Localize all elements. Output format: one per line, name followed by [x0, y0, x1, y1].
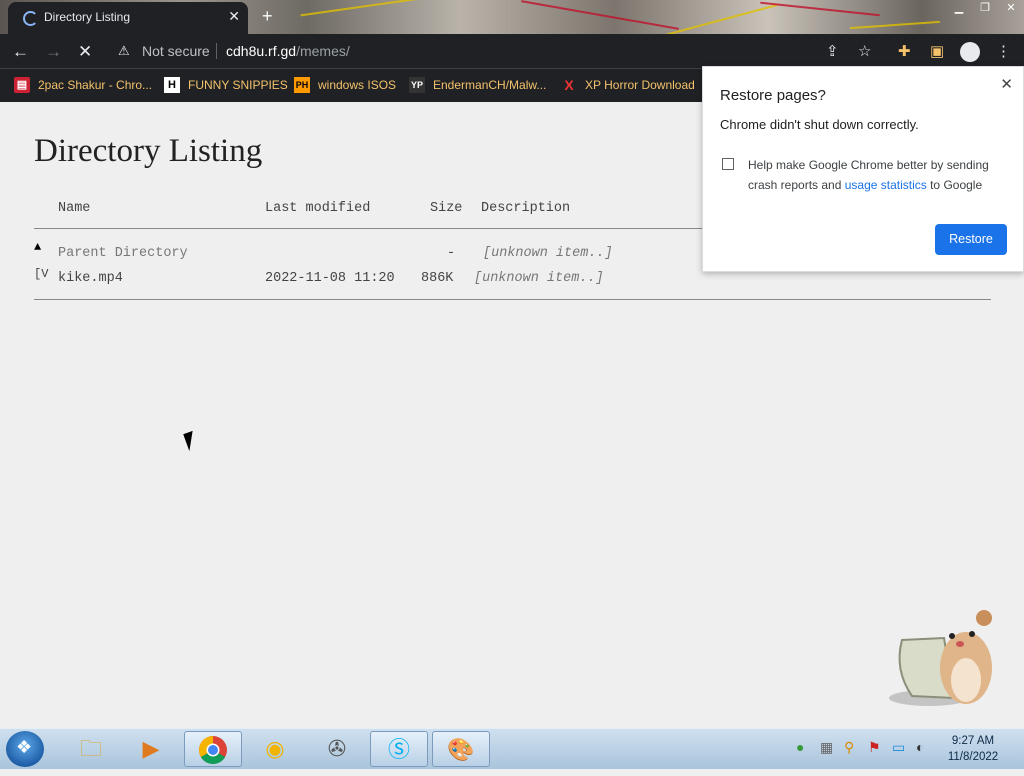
maximize-icon[interactable]: ❐: [972, 0, 998, 18]
skype-icon[interactable]: Ⓢ: [370, 731, 428, 767]
back-icon[interactable]: ←: [12, 42, 29, 62]
bookmark-windows-isos[interactable]: PH windows ISOS: [294, 77, 396, 93]
crash-report-help-text: Help make Google Chrome better by sendin…: [748, 155, 1003, 195]
url-host: cdh8u.rf.gd: [226, 43, 297, 59]
dialog-title: Restore pages?: [720, 87, 826, 104]
loading-spinner-icon: [23, 11, 38, 26]
vpn-shield-icon[interactable]: ◉: [246, 731, 304, 767]
page-title: Directory Listing: [34, 133, 263, 169]
movie-reel-icon[interactable]: ✇: [308, 731, 366, 767]
tab-title: Directory Listing: [44, 10, 131, 24]
bookmark-label: 2pac Shakur - Chro...: [38, 78, 153, 92]
close-window-icon[interactable]: ✕: [998, 0, 1024, 18]
bookmark-label: EndermanCH/Malw...: [433, 78, 547, 92]
parent-directory-icon: ▲: [34, 240, 42, 254]
column-name-header[interactable]: Name: [58, 201, 90, 216]
url-text[interactable]: cdh8u.rf.gd/memes/: [226, 43, 350, 59]
column-size-header[interactable]: Size: [430, 201, 462, 216]
url-path: /memes/: [296, 43, 350, 59]
not-secure-label[interactable]: Not secure: [142, 43, 210, 59]
extensions-icon[interactable]: ✚: [898, 42, 911, 60]
column-description-header[interactable]: Description: [481, 201, 570, 216]
tab-close-icon[interactable]: ✕: [228, 8, 240, 25]
separator: [216, 43, 217, 59]
browser-toolbar: ← → ✕ ⚠ Not secure cdh8u.rf.gd/memes/ ⇪ …: [0, 34, 1024, 68]
tab-strip: Directory Listing ✕ + ▁ ❐ ✕: [0, 0, 1024, 34]
yp-logo-icon: YP: [409, 77, 425, 93]
clock-time: 9:27 AM: [951, 735, 995, 747]
chrome-taskbar-icon[interactable]: [184, 731, 242, 767]
windows-taskbar: 🗀 ▶ ◉ ✇ Ⓢ 🎨 ● ▦ ⚲ ⚑ ▭ ◐ 9:27 AM 11/8/202…: [0, 728, 1024, 769]
forward-icon[interactable]: →: [45, 42, 62, 62]
dialog-message: Chrome didn't shut down correctly.: [720, 117, 919, 132]
bookmark-xp-horror[interactable]: X XP Horror Download: [561, 77, 695, 93]
bookmark-endermanch[interactable]: YP EndermanCH/Malw...: [409, 77, 546, 93]
help-text-suffix: to Google: [926, 178, 983, 192]
tray-network-icon[interactable]: ▦: [820, 739, 833, 756]
menu-kebab-icon[interactable]: ⋮: [996, 42, 1011, 60]
row-modified: 2022-11-08 11:20: [265, 271, 395, 286]
column-modified-header[interactable]: Last modified: [265, 201, 370, 216]
file-explorer-icon[interactable]: 🗀: [62, 731, 120, 767]
video-file-icon: [V: [34, 267, 49, 281]
row-size: 886K: [421, 271, 454, 286]
bookmark-label: FUNNY SNIPPIES: [188, 78, 288, 92]
row-size: -: [447, 246, 456, 261]
restore-pages-dialog: Restore pages? ✕ Chrome didn't shut down…: [702, 66, 1024, 272]
hamster-character-icon: [889, 610, 992, 706]
media-player-icon[interactable]: ▶: [122, 731, 180, 767]
crash-report-checkbox[interactable]: [722, 158, 734, 170]
x-logo-icon: X: [564, 77, 574, 93]
system-clock[interactable]: 9:27 AM 11/8/2022: [938, 733, 1008, 765]
row-description: [unknown item..]: [483, 246, 613, 261]
side-panel-icon[interactable]: ▣: [930, 42, 944, 60]
address-bar[interactable]: ⚠ Not secure cdh8u.rf.gd/memes/: [108, 38, 882, 64]
chrome-logo-icon: [199, 736, 227, 764]
ph-logo-icon: PH: [294, 77, 310, 93]
window-controls: ▁ ❐ ✕: [946, 0, 1024, 18]
tab-directory-listing[interactable]: Directory Listing ✕: [8, 2, 248, 34]
tray-search-icon[interactable]: ⚲: [844, 739, 854, 756]
profile-avatar-icon[interactable]: [960, 42, 980, 62]
stop-loading-icon[interactable]: ✕: [78, 42, 92, 62]
restore-button[interactable]: Restore: [935, 224, 1007, 255]
bookmark-star-icon[interactable]: ☆: [858, 42, 871, 60]
warning-icon[interactable]: ⚠: [118, 43, 130, 59]
bookmark-funny-snippies[interactable]: H FUNNY SNIPPIES: [164, 77, 288, 93]
start-button[interactable]: [6, 731, 44, 767]
parent-directory-link[interactable]: Parent Directory: [58, 246, 188, 261]
new-tab-icon[interactable]: +: [262, 6, 273, 27]
minimize-icon[interactable]: ▁: [946, 0, 972, 18]
bookmark-2pac[interactable]: ▤ 2pac Shakur - Chro...: [14, 77, 152, 93]
tray-flag-icon[interactable]: ⚑: [868, 739, 881, 756]
row-description: [unknown item..]: [474, 271, 604, 286]
bookmark-label: windows ISOS: [318, 78, 397, 92]
close-icon[interactable]: ✕: [1000, 75, 1013, 93]
music-folder-icon: ▤: [14, 77, 30, 93]
tray-volume-icon[interactable]: ◐: [916, 739, 924, 755]
h-logo-icon: H: [164, 77, 180, 93]
file-link-kike-mp4[interactable]: kike.mp4: [58, 271, 123, 286]
paint-icon[interactable]: 🎨: [432, 731, 490, 767]
tray-monitor-icon[interactable]: ▭: [892, 739, 905, 756]
clock-date: 11/8/2022: [947, 751, 999, 763]
divider: [34, 299, 991, 300]
usage-statistics-link[interactable]: usage statistics: [845, 178, 927, 192]
tray-app-icon[interactable]: ●: [796, 739, 804, 755]
bookmark-label: XP Horror Download: [585, 78, 695, 92]
share-icon[interactable]: ⇪: [826, 42, 839, 60]
